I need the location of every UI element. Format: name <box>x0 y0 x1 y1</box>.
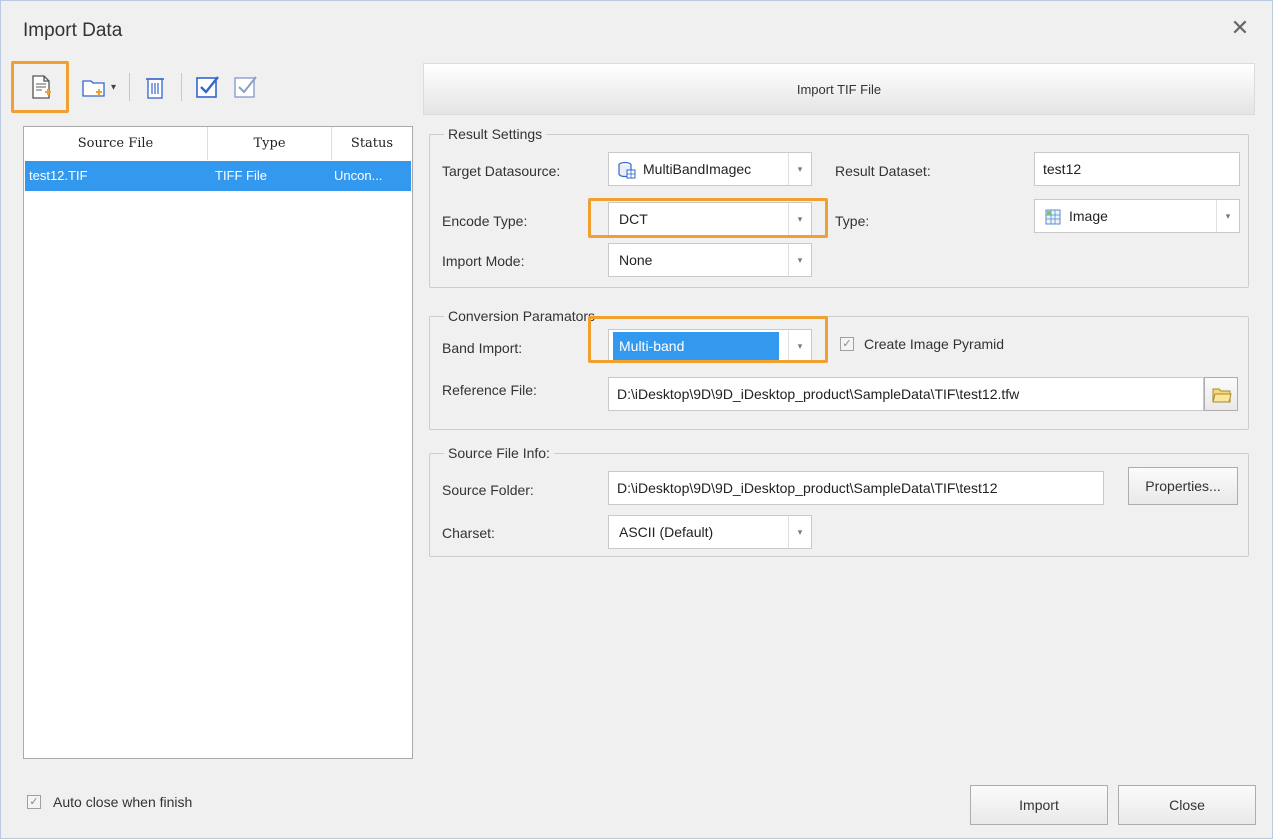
conversion-parameters-legend: Conversion Paramators <box>444 307 600 325</box>
properties-button[interactable]: Properties... <box>1128 467 1238 505</box>
chevron-down-icon[interactable]: ▾ <box>788 516 811 548</box>
encode-type-label: Encode Type: <box>442 213 528 229</box>
source-folder-input[interactable]: D:\iDesktop\9D\9D_iDesktop_product\Sampl… <box>608 471 1104 505</box>
target-datasource-select[interactable]: MultiBandImagec ▾ <box>608 152 812 186</box>
source-file-info-group: Source File Info: Source Folder: D:\iDes… <box>429 444 1249 557</box>
list-item-source-file: test12.TIF <box>29 168 88 183</box>
select-all-icon[interactable] <box>189 69 225 105</box>
result-settings-legend: Result Settings <box>444 125 547 143</box>
target-datasource-label: Target Datasource: <box>442 163 561 179</box>
list-item[interactable]: test12.TIF TIFF File Uncon... <box>25 161 411 191</box>
target-datasource-value: MultiBandImagec <box>643 161 752 177</box>
source-folder-label: Source Folder: <box>442 482 534 498</box>
result-dataset-input[interactable]: test12 <box>1034 152 1240 186</box>
title-bar: Import Data ✕ <box>1 1 1272 59</box>
encode-type-value: DCT <box>619 211 648 227</box>
type-label: Type: <box>835 213 870 229</box>
toolbar-separator <box>129 73 130 101</box>
chevron-down-icon[interactable]: ▾ <box>788 330 811 362</box>
column-header-status[interactable]: Status <box>332 127 412 160</box>
browse-folder-button[interactable] <box>1204 377 1238 411</box>
import-button[interactable]: Import <box>970 785 1108 825</box>
column-header-type[interactable]: Type <box>208 127 332 160</box>
create-pyramid-label: Create Image Pyramid <box>864 336 1005 352</box>
dialog-title: Import Data <box>23 20 123 41</box>
charset-value: ASCII (Default) <box>619 524 714 540</box>
close-icon[interactable]: ✕ <box>1227 15 1253 41</box>
encode-type-select[interactable]: DCT ▾ <box>608 202 812 236</box>
result-settings-group: Result Settings Target Datasource: Multi… <box>429 125 1249 288</box>
reference-file-label: Reference File: <box>442 382 537 398</box>
list-item-status: Uncon... <box>334 168 383 183</box>
toolbar: ▾ <box>11 61 413 113</box>
source-file-list[interactable]: Source File Type Status test12.TIF TIFF … <box>23 126 413 759</box>
close-button[interactable]: Close <box>1118 785 1256 825</box>
panel-header: Import TIF File <box>423 63 1255 115</box>
image-icon <box>1045 209 1061 228</box>
auto-close-checkbox[interactable]: ✓ <box>27 795 41 809</box>
create-pyramid-checkbox[interactable]: ✓ <box>840 337 854 351</box>
chevron-down-icon[interactable]: ▾ <box>1216 200 1239 232</box>
import-data-dialog: Import Data ✕ ▾ Source File Type Status … <box>0 0 1273 839</box>
chevron-down-icon[interactable]: ▾ <box>111 82 116 93</box>
add-file-icon[interactable] <box>21 69 61 105</box>
toolbar-separator <box>181 73 182 101</box>
import-mode-select[interactable]: None ▾ <box>608 243 812 277</box>
datasource-icon <box>617 160 637 183</box>
add-folder-icon[interactable]: ▾ <box>73 69 123 105</box>
charset-select[interactable]: ASCII (Default) ▾ <box>608 515 812 549</box>
dataset-type-value: Image <box>1069 208 1108 224</box>
import-mode-label: Import Mode: <box>442 253 525 269</box>
delete-icon[interactable] <box>137 69 173 105</box>
chevron-down-icon[interactable]: ▾ <box>788 244 811 276</box>
chevron-down-icon[interactable]: ▾ <box>788 203 811 235</box>
band-import-select[interactable]: Multi-band ▾ <box>608 329 812 363</box>
charset-label: Charset: <box>442 525 495 541</box>
folder-open-icon <box>1212 386 1232 407</box>
import-mode-value: None <box>619 252 653 268</box>
auto-close-label: Auto close when finish <box>53 794 193 810</box>
dataset-type-select[interactable]: Image ▾ <box>1034 199 1240 233</box>
invert-selection-icon[interactable] <box>227 69 263 105</box>
reference-file-input[interactable]: D:\iDesktop\9D\9D_iDesktop_product\Sampl… <box>608 377 1204 411</box>
column-header-source-file[interactable]: Source File <box>24 127 208 160</box>
source-file-info-legend: Source File Info: <box>444 444 554 462</box>
band-import-label: Band Import: <box>442 340 523 356</box>
list-item-type: TIFF File <box>215 168 267 183</box>
band-import-value: Multi-band <box>613 332 779 360</box>
result-dataset-label: Result Dataset: <box>835 163 931 179</box>
conversion-parameters-group: Conversion Paramators Band Import: Multi… <box>429 307 1249 430</box>
chevron-down-icon[interactable]: ▾ <box>788 153 811 185</box>
